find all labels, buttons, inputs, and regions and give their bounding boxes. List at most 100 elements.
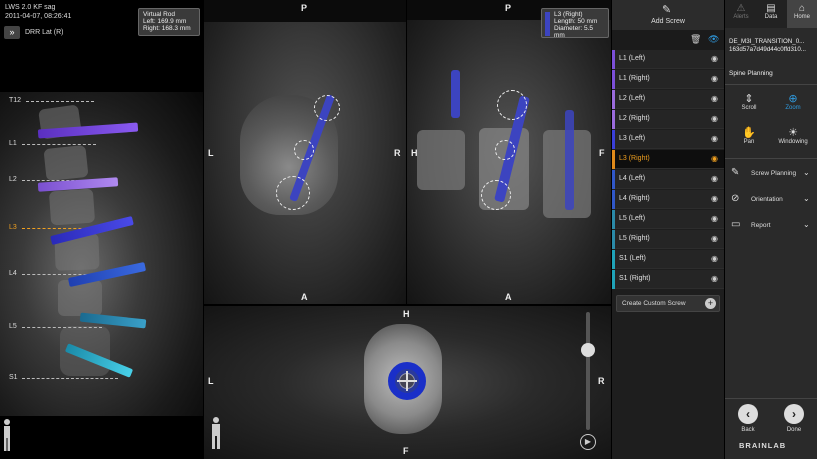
screw-planning-menu[interactable]: ✎ Screw Planning ⌄ <box>725 162 817 186</box>
plus-icon: + <box>705 298 716 309</box>
screw-trajectory-target[interactable] <box>388 362 426 400</box>
done-button[interactable]: › Done <box>781 404 807 433</box>
level-line <box>22 144 96 145</box>
screw-mid-circle[interactable] <box>294 140 314 160</box>
expand-chevrons-icon[interactable]: » <box>4 26 20 39</box>
view-mode-label: DRR Lat (R) <box>25 29 64 36</box>
orientation-menu[interactable]: ⊘ Orientation ⌄ <box>725 188 817 212</box>
visibility-eye-icon[interactable]: ◉ <box>711 254 718 263</box>
screw-entry-circle[interactable] <box>314 95 340 121</box>
divider <box>725 398 817 399</box>
screw-tip-circle[interactable] <box>276 176 310 210</box>
report-icon: ▭ <box>731 219 741 230</box>
windowing-tool-button[interactable]: ☀ Windowing <box>773 126 813 145</box>
axial-view[interactable]: P L R A <box>204 0 406 304</box>
screw-list-item[interactable]: L5 (Left) ◉ <box>612 210 724 229</box>
pan-label: Pan <box>743 139 755 145</box>
home-icon: ⌂ <box>798 3 806 14</box>
zoom-tool-button[interactable]: ⊕ Zoom <box>773 92 813 111</box>
sagittal-view[interactable]: L3 (Right) Length: 50 mm Diameter: 5.5 m… <box>407 0 611 304</box>
visibility-eye-icon[interactable]: ◉ <box>711 114 718 123</box>
visibility-eye-icon[interactable]: ◉ <box>711 174 718 183</box>
screw-list-item[interactable]: L3 (Left) ◉ <box>612 130 724 149</box>
screw-list-label: L1 (Right) <box>619 75 650 82</box>
screw-sagittal <box>565 110 574 210</box>
sagittal-drr-panel[interactable]: LWS 2.0 KF sag 2011-04-07, 08:26:41 » DR… <box>0 0 203 459</box>
back-button[interactable]: ‹ Back <box>735 404 761 433</box>
screw-info-box: L3 (Right) Length: 50 mm Diameter: 5.5 m… <box>541 8 609 39</box>
home-button[interactable]: ⌂ Home <box>787 0 817 28</box>
section-title: Spine Planning <box>729 70 773 77</box>
orientation-label: Orientation <box>751 196 783 203</box>
orientation-top: P <box>505 3 512 13</box>
depth-slider-handle[interactable] <box>581 343 595 357</box>
visibility-eye-icon[interactable]: ◉ <box>711 194 718 203</box>
screw-color-swatch <box>545 12 550 36</box>
eye-icon[interactable]: 👁 <box>708 34 719 45</box>
visibility-eye-icon[interactable]: ◉ <box>711 234 718 243</box>
screw-color-bar <box>612 50 615 69</box>
level-label: S1 <box>9 374 18 381</box>
visibility-eye-icon[interactable]: ◉ <box>711 94 718 103</box>
screw-list-item[interactable]: L4 (Right) ◉ <box>612 190 724 209</box>
divider <box>725 158 817 159</box>
screw-tip-circle[interactable] <box>481 180 511 210</box>
create-custom-label: Create Custom Screw <box>622 300 686 307</box>
screw-list-label: L4 (Right) <box>619 195 650 202</box>
visibility-eye-icon[interactable]: ◉ <box>711 134 718 143</box>
top-nav: ⚠ Alerts ▤ Data ⌂ Home <box>725 0 817 28</box>
list-toolbar: 🗑 👁 <box>612 30 724 50</box>
visibility-eye-icon[interactable]: ◉ <box>711 74 718 83</box>
orientation-top: H <box>403 309 410 319</box>
screw-planning-icon: ✎ <box>731 167 740 178</box>
screw-color-bar <box>612 90 615 109</box>
scroll-label: Scroll <box>741 105 757 111</box>
play-icon[interactable]: ▶ <box>580 434 596 450</box>
rod-left-length: Left: 169.9 mm <box>143 18 187 25</box>
screw-color-bar <box>612 70 615 89</box>
screw-list-item[interactable]: L5 (Right) ◉ <box>612 230 724 249</box>
scroll-tool-button[interactable]: ⇕ Scroll <box>729 92 769 111</box>
report-menu[interactable]: ▭ Report ⌄ <box>725 214 817 238</box>
vertebra-body <box>58 280 102 316</box>
screw-entry-circle[interactable] <box>497 90 527 120</box>
vertebra-body <box>48 188 96 226</box>
visibility-eye-icon[interactable]: ◉ <box>711 54 718 63</box>
spine-drr-image[interactable] <box>0 92 203 416</box>
visibility-eye-icon[interactable]: ◉ <box>711 154 718 163</box>
add-screw-button[interactable]: ✎ Add Screw <box>612 0 724 30</box>
screw-length: Length: 50 mm <box>554 18 598 25</box>
screw-list-item[interactable]: S1 (Right) ◉ <box>612 270 724 289</box>
screw-color-bar <box>612 170 615 189</box>
screw-list-item[interactable]: L1 (Left) ◉ <box>612 50 724 69</box>
data-label: Data <box>764 14 778 20</box>
screw-list-item[interactable]: L1 (Right) ◉ <box>612 70 724 89</box>
visibility-eye-icon[interactable]: ◉ <box>711 274 718 283</box>
data-button[interactable]: ▤ Data <box>757 3 785 20</box>
screw-list-item[interactable]: L2 (Right) ◉ <box>612 110 724 129</box>
level-label-active: L3 <box>9 224 17 231</box>
trash-icon[interactable]: 🗑 <box>690 34 701 45</box>
screw-color-bar <box>612 210 615 229</box>
orientation-left: H <box>411 148 418 158</box>
patient-uid: 163d57a7d49d44c0ffd310... <box>729 46 806 53</box>
screw-list-item[interactable]: L4 (Left) ◉ <box>612 170 724 189</box>
zoom-icon: ⊕ <box>788 93 798 105</box>
orientation-left: L <box>208 376 214 386</box>
probe-view[interactable]: H L R F ▶ <box>204 306 611 459</box>
screw-list-panel: ✎ Add Screw 🗑 👁 L1 (Left) ◉ L1 (Right) ◉ L2 … <box>612 0 724 459</box>
screw-list-label: S1 (Left) <box>619 255 646 262</box>
create-custom-screw-button[interactable]: Create Custom Screw + <box>616 295 720 312</box>
screw-list-label: L5 (Right) <box>619 235 650 242</box>
pan-tool-button[interactable]: ✋ Pan <box>729 126 769 145</box>
screw-list-item[interactable]: L2 (Left) ◉ <box>612 90 724 109</box>
visibility-eye-icon[interactable]: ◉ <box>711 214 718 223</box>
screw-list-item[interactable]: S1 (Left) ◉ <box>612 250 724 269</box>
screw-name: L3 (Right) <box>554 11 583 18</box>
screw-mid-circle[interactable] <box>495 140 515 160</box>
alerts-button[interactable]: ⚠ Alerts <box>727 3 755 20</box>
screw-list-item[interactable]: L3 (Right) ◉ <box>612 150 724 169</box>
depth-slider-track[interactable] <box>586 312 590 430</box>
level-label: L4 <box>9 270 17 277</box>
home-label: Home <box>793 14 810 20</box>
